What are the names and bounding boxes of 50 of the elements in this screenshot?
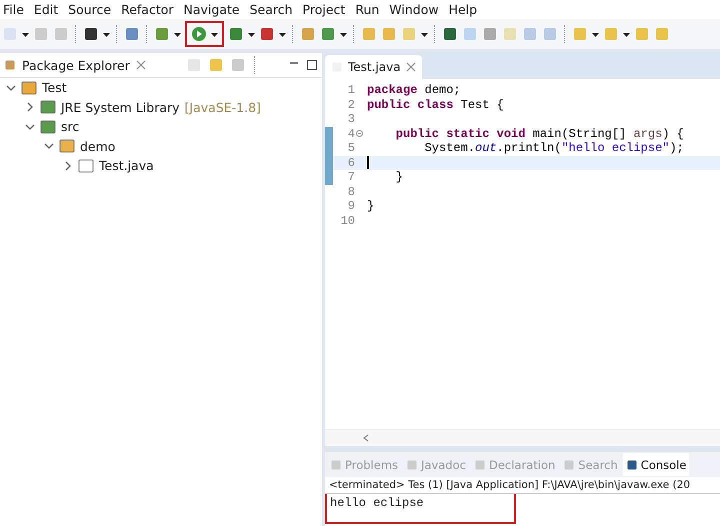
menu-item[interactable]: Window [386, 2, 446, 17]
menu-item[interactable]: Navigate [180, 2, 247, 17]
view-tab[interactable]: Console [622, 453, 690, 476]
tree-item[interactable]: demo [80, 138, 116, 154]
menu-item[interactable]: Search [246, 2, 300, 17]
line-number: 3 [346, 112, 355, 126]
scroll-left-icon[interactable] [363, 434, 369, 442]
console-output: hello eclipse [325, 494, 516, 524]
play-icon[interactable] [191, 26, 207, 42]
menu-item[interactable]: Edit [30, 2, 66, 17]
code-line: System.out.println("hello eclipse"); [424, 141, 684, 156]
tree-item[interactable]: JRE System Library [61, 100, 180, 115]
code-line: } [367, 199, 374, 214]
menu-item[interactable]: Help [446, 2, 484, 17]
line-number: 2 [346, 98, 355, 112]
close-icon[interactable] [406, 62, 416, 72]
console-header: <terminated> Tes (1) [Java Application] F:\JAVA\jre\bin\javaw.exe (20 [325, 477, 720, 494]
collapsed-chevron-icon[interactable] [25, 102, 35, 112]
tree-item[interactable]: Test [42, 80, 67, 96]
expanded-chevron-icon[interactable] [6, 82, 16, 93]
code-line: package demo; [367, 83, 461, 98]
fold-icon[interactable] [356, 130, 362, 138]
close-icon[interactable] [136, 60, 146, 70]
code-line: } [394, 170, 404, 184]
text-cursor [367, 156, 369, 170]
expanded-chevron-icon[interactable] [44, 141, 54, 152]
line-number: 7 [346, 170, 355, 184]
tree-item[interactable]: src [61, 119, 80, 134]
expanded-chevron-icon[interactable] [25, 122, 35, 132]
collapsed-chevron-icon[interactable] [63, 160, 73, 171]
line-number: 9 [346, 199, 355, 214]
editor-tab[interactable]: Test.java [325, 55, 422, 79]
line-number: 4 [346, 126, 355, 141]
panel-title[interactable]: Package Explorer [22, 58, 130, 72]
line-number: 8 [346, 184, 355, 199]
tree-item-decoration: [JavaSE-1.8] [184, 100, 261, 115]
run-button[interactable] [185, 21, 224, 47]
menu-item[interactable]: Source [65, 2, 118, 17]
maximize-icon[interactable] [306, 59, 318, 71]
menu-item[interactable]: Refactor [118, 2, 181, 17]
line-number: 1 [346, 83, 355, 98]
line-number: 5 [346, 141, 355, 156]
code-line: public static void main(String[] args) { [394, 126, 684, 141]
line-number: 10 [340, 214, 355, 228]
code-line: public class Test { [367, 98, 504, 112]
tree-item[interactable]: Test.java [99, 158, 154, 174]
line-number: 6 [346, 156, 355, 170]
menu-item[interactable]: Run [352, 2, 386, 17]
menu-item[interactable]: File [0, 2, 31, 17]
menu-item[interactable]: Project [300, 2, 352, 17]
